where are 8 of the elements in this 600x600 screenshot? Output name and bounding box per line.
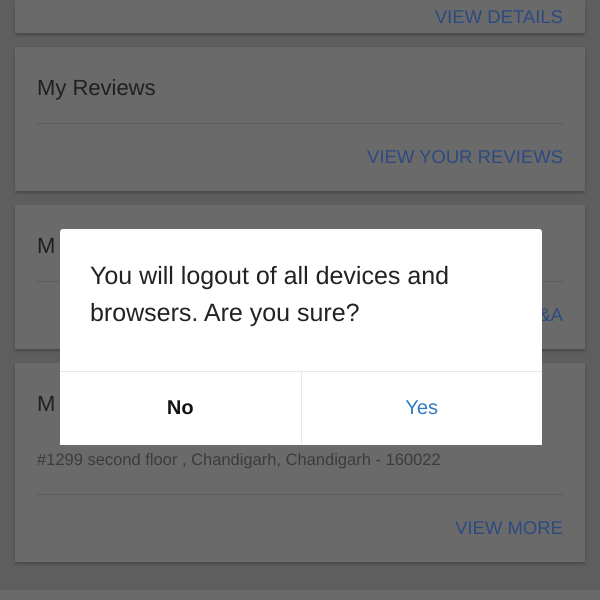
card-link[interactable]: VIEW MORE [455,495,563,562]
card-title: M [37,233,56,258]
card-title: My Reviews [37,75,156,100]
dialog-message: You will logout of all devices and browsers. Are you sure? [89,261,450,329]
card-link[interactable]: VIEW YOUR REVIEWS [367,124,563,191]
card-link[interactable]: VIEW DETAILS [434,6,563,27]
card-title: M [37,391,56,416]
confirm-button[interactable]: Yes [300,372,542,445]
